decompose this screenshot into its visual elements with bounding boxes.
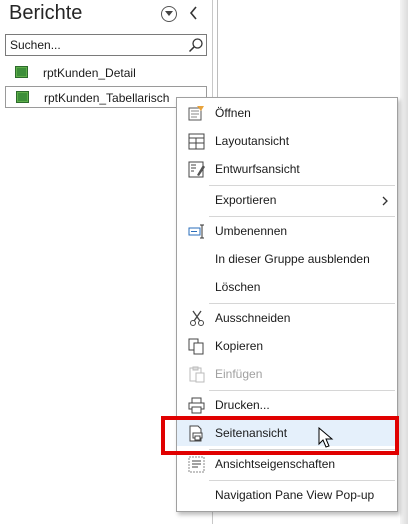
report-icon bbox=[16, 91, 29, 103]
menu-item-drucken[interactable]: Drucken... bbox=[177, 392, 397, 418]
mouse-cursor-icon bbox=[318, 426, 334, 449]
chevron-right-icon bbox=[381, 195, 389, 206]
menu-item-loeschen[interactable]: Löschen bbox=[177, 274, 397, 300]
menu-separator bbox=[209, 216, 395, 217]
menu-item-label: Exportieren bbox=[215, 193, 277, 207]
menu-item-label: Umbenennen bbox=[215, 224, 288, 238]
menu-separator bbox=[209, 185, 395, 186]
menu-item-label: Entwurfsansicht bbox=[215, 162, 300, 176]
report-icon bbox=[15, 66, 28, 78]
menu-item-kopieren[interactable]: Kopieren bbox=[177, 333, 397, 359]
menu-item-exportieren[interactable]: Exportieren bbox=[177, 187, 397, 213]
menu-item-label: In dieser Gruppe ausblenden bbox=[215, 252, 370, 266]
menu-item-label: Kopieren bbox=[215, 339, 264, 353]
nav-header: Berichte bbox=[0, 0, 213, 30]
menu-item-in-gruppe-ausblenden[interactable]: In dieser Gruppe ausblenden bbox=[177, 246, 397, 272]
menu-item-label: Navigation Pane View Pop-up bbox=[215, 488, 375, 502]
menu-item-label: Löschen bbox=[215, 280, 261, 294]
open-report-icon bbox=[188, 105, 206, 122]
layout-view-icon bbox=[188, 133, 206, 150]
window-edge bbox=[400, 0, 408, 524]
menu-item-layoutansicht[interactable]: Layoutansicht bbox=[177, 128, 397, 154]
properties-icon bbox=[188, 456, 206, 473]
menu-item-oeffnen[interactable]: Öffnen bbox=[177, 100, 397, 126]
chevron-left-icon[interactable] bbox=[187, 5, 201, 21]
pane-divider[interactable] bbox=[217, 0, 218, 100]
menu-item-einfuegen[interactable]: Einfügen bbox=[177, 361, 397, 387]
menu-item-label: Ausschneiden bbox=[215, 311, 291, 325]
nav-item-rptkunden-detail[interactable]: rptKunden_Detail bbox=[5, 62, 207, 84]
scissors-icon bbox=[188, 310, 206, 327]
design-view-icon bbox=[188, 161, 206, 178]
menu-item-ausschneiden[interactable]: Ausschneiden bbox=[177, 305, 397, 331]
menu-item-label: Layoutansicht bbox=[215, 134, 290, 148]
search-box bbox=[5, 34, 207, 56]
nav-menu-dropdown-icon[interactable] bbox=[161, 6, 177, 22]
paste-icon bbox=[188, 366, 206, 383]
menu-item-label: Einfügen bbox=[215, 367, 263, 381]
menu-separator bbox=[209, 480, 395, 481]
menu-separator bbox=[209, 303, 395, 304]
nav-item-label: rptKunden_Tabellarisch bbox=[44, 91, 170, 105]
copy-icon bbox=[188, 338, 206, 355]
rename-icon bbox=[188, 223, 206, 240]
menu-separator bbox=[209, 390, 395, 391]
menu-item-label: Öffnen bbox=[215, 106, 251, 120]
nav-item-label: rptKunden_Detail bbox=[43, 66, 136, 80]
search-input[interactable] bbox=[10, 37, 180, 53]
nav-title: Berichte bbox=[9, 2, 83, 24]
search-icon[interactable] bbox=[188, 37, 204, 53]
menu-item-umbenennen[interactable]: Umbenennen bbox=[177, 218, 397, 244]
menu-item-label: Drucken... bbox=[215, 398, 270, 412]
menu-item-entwurfsansicht[interactable]: Entwurfsansicht bbox=[177, 156, 397, 182]
printer-icon bbox=[188, 397, 206, 414]
highlight-annotation bbox=[161, 416, 399, 455]
menu-item-navigation-pane-view-popup[interactable]: Navigation Pane View Pop-up bbox=[177, 482, 397, 508]
menu-item-label: Ansichtseigenschaften bbox=[215, 457, 336, 471]
